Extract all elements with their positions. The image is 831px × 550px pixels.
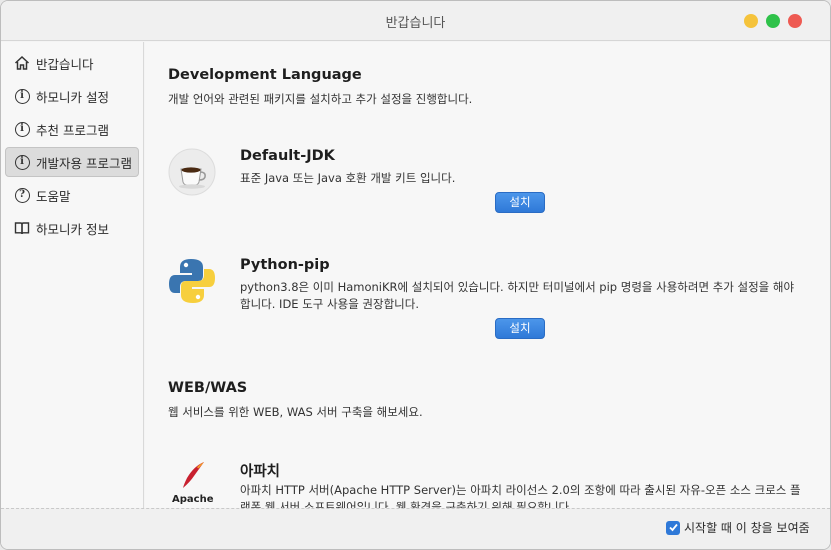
app-name: 아파치 <box>240 464 281 480</box>
sidebar-item-recommended[interactable]: i 추천 프로그램 <box>5 114 139 144</box>
section-title: Development Language <box>168 67 362 83</box>
sidebar-item-label: 개발자용 프로그램 <box>36 155 132 171</box>
window-title: 반갑습니다 <box>385 16 446 31</box>
show-on-startup-label: 시작할 때 이 창을 보여줌 <box>684 521 810 535</box>
sidebar-item-label: 반갑습니다 <box>36 56 94 72</box>
apache-logo-text: Apache <box>172 494 214 505</box>
show-on-startup-checkbox[interactable]: 시작할 때 이 창을 보여줌 <box>666 519 810 536</box>
app-name: Default-JDK <box>240 148 335 164</box>
info-icon: i <box>14 121 30 137</box>
info-icon: i <box>14 88 30 104</box>
minimize-button[interactable] <box>744 14 758 28</box>
app-description: python3.8은 이미 HamoniKR에 설치되어 있습니다. 하지만 터… <box>240 280 795 311</box>
java-cup-icon <box>168 148 216 196</box>
app-description: 표준 Java 또는 Java 호환 개발 키트 입니다. <box>240 171 456 185</box>
content-pane[interactable]: Development Language 개발 언어와 관련된 패키지를 설치하… <box>145 42 830 508</box>
install-jdk-button[interactable]: 설치 <box>495 192 545 213</box>
sidebar-item-label: 하모니카 설정 <box>36 89 109 105</box>
section-description: 개발 언어와 관련된 패키지를 설치하고 추가 설정을 진행합니다. <box>168 92 473 106</box>
section-title: WEB/WAS <box>168 380 248 396</box>
sidebar-item-welcome[interactable]: 반갑습니다 <box>5 48 139 78</box>
sidebar-item-label: 추천 프로그램 <box>36 122 109 138</box>
section-description: 웹 서비스를 위한 WEB, WAS 서버 구축을 해보세요. <box>168 405 423 419</box>
app-window: 반갑습니다 반갑습니다 i 하모니카 설정 i 추천 프로그램 i 개발자용 프… <box>0 0 831 550</box>
footer-bar: 시작할 때 이 창을 보여줌 <box>1 508 830 549</box>
install-pip-button[interactable]: 설치 <box>495 318 545 339</box>
checkmark-icon[interactable] <box>666 520 680 535</box>
app-name: Python-pip <box>240 257 330 273</box>
app-description: 아파치 HTTP 서버(Apache HTTP Server)는 아파치 라이선… <box>240 483 801 508</box>
book-icon <box>14 220 30 236</box>
sidebar-item-developer[interactable]: i 개발자용 프로그램 <box>5 147 139 177</box>
home-icon <box>14 55 30 71</box>
sidebar-item-settings[interactable]: i 하모니카 설정 <box>5 81 139 111</box>
sidebar-item-label: 하모니카 정보 <box>36 221 109 237</box>
info-icon: i <box>14 154 30 170</box>
sidebar: 반갑습니다 i 하모니카 설정 i 추천 프로그램 i 개발자용 프로그램 ? … <box>1 42 144 508</box>
sidebar-item-label: 도움말 <box>36 188 71 204</box>
close-button[interactable] <box>788 14 802 28</box>
python-icon <box>168 257 216 305</box>
title-bar[interactable]: 반갑습니다 <box>1 1 830 41</box>
sidebar-item-help[interactable]: ? 도움말 <box>5 180 139 210</box>
sidebar-item-about[interactable]: 하모니카 정보 <box>5 213 139 243</box>
help-icon: ? <box>14 187 30 203</box>
maximize-button[interactable] <box>766 14 780 28</box>
